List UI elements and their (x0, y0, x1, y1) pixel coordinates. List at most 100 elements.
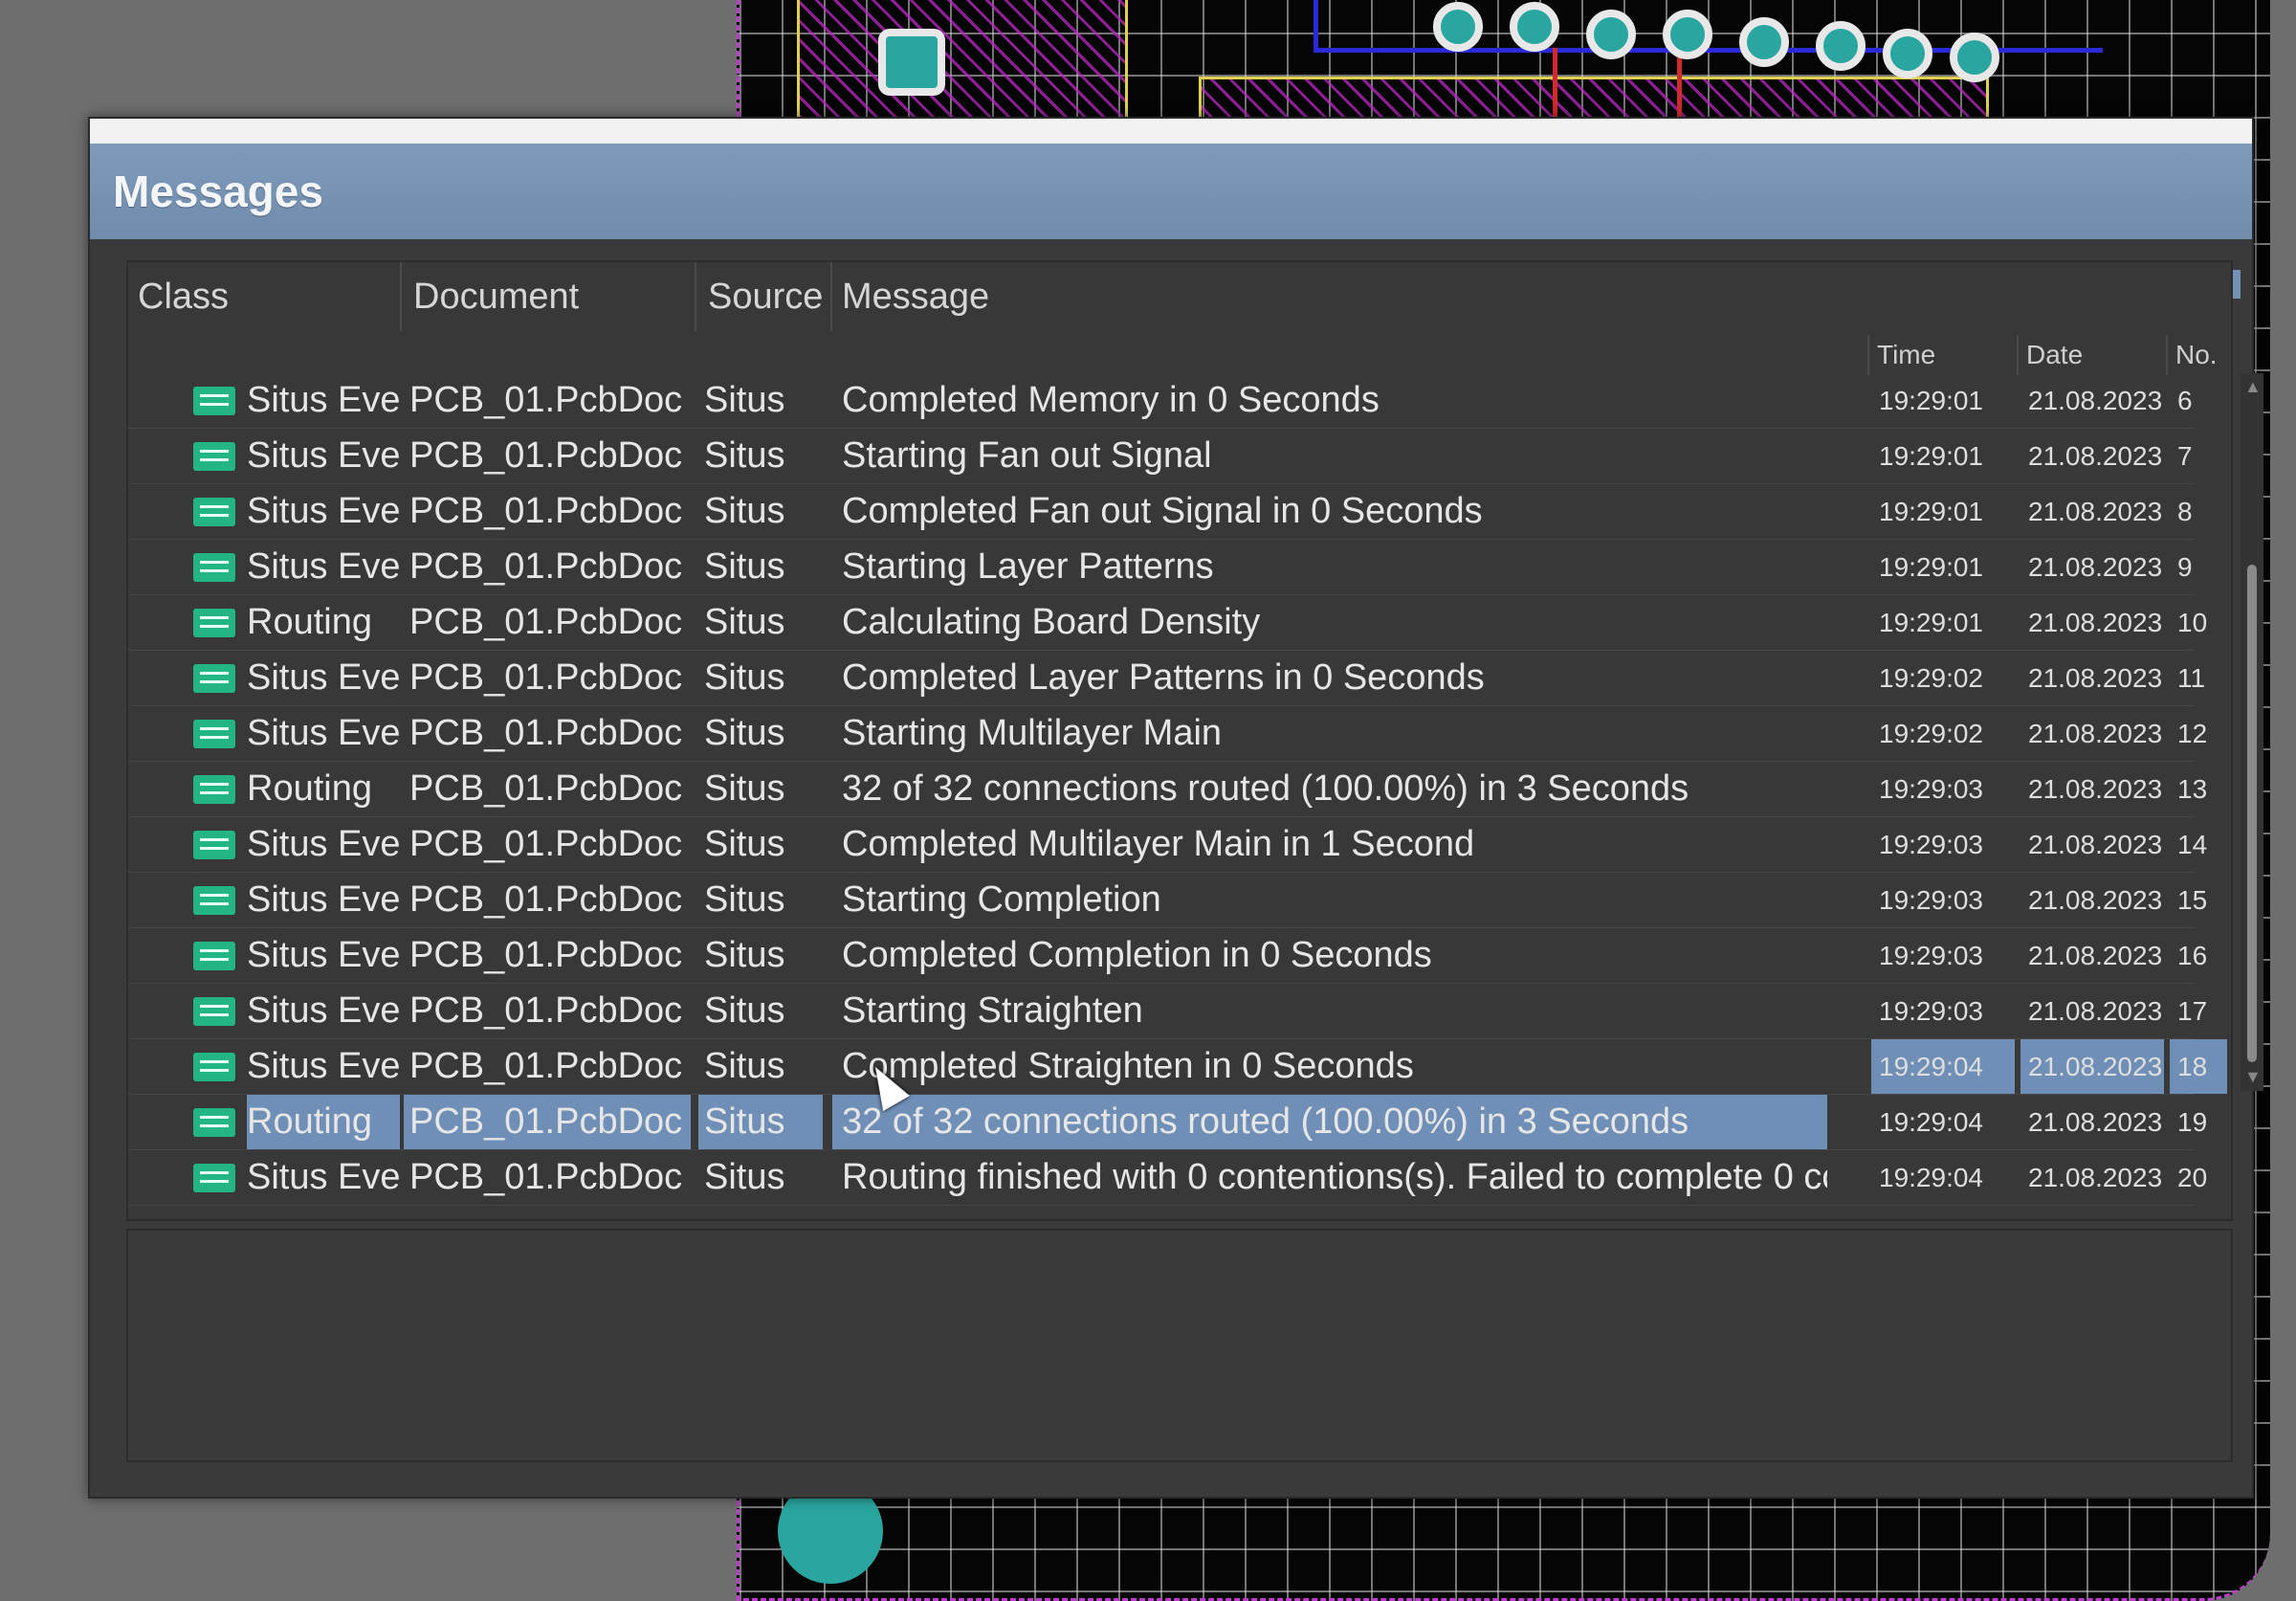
cell-date: 21.08.2023 (2028, 884, 2163, 915)
table-row[interactable]: Routing PCB_01.PcbDoc Situs 32 of 32 connec… (128, 762, 2207, 817)
cell-message: Starting Straighten (842, 990, 1143, 1031)
table-row[interactable]: Situs EventPCB_01.PcbDoc Situs Starting Co… (128, 873, 2207, 928)
message-class-icon (189, 1150, 239, 1205)
pcb-pad (1816, 21, 1866, 71)
scroll-up-icon[interactable]: ▲ (2244, 377, 2262, 397)
table-row[interactable]: Situs EventPCB_01.PcbDoc Situs Completed C… (128, 928, 2207, 984)
column-header-no[interactable]: No. (2166, 335, 2233, 375)
cell-source: Situs (704, 824, 785, 864)
cell-class: Situs Event (247, 1046, 400, 1086)
table-row[interactable]: Situs EventPCB_01.PcbDoc Situs Completed S… (128, 1039, 2227, 1095)
message-list-icon (193, 830, 235, 859)
column-header-time[interactable]: Time (1867, 335, 2017, 375)
cell-document: PCB_01.PcbDoc (409, 435, 683, 476)
cell-date: 21.08.2023 (2028, 662, 2163, 693)
cell-message: Starting Layer Patterns (842, 546, 1214, 587)
cell-no: 19 (2177, 1106, 2208, 1137)
cell-time: 19:29:04 (1879, 1162, 1983, 1192)
cell-class: Routing (247, 1095, 400, 1149)
cell-message: 32 of 32 connections routed (100.00%) in… (832, 1095, 1827, 1149)
cell-date: 21.08.2023 (2028, 496, 2163, 526)
cell-message: Completed Multilayer Main in 1 Second (842, 824, 1475, 864)
cell-no: 8 (2177, 496, 2193, 526)
cell-time: 19:29:02 (1879, 718, 1983, 748)
table-row[interactable]: Situs EventPCB_01.PcbDoc Situs Completed M… (128, 817, 2207, 873)
cell-class: Situs Event (247, 380, 400, 420)
cell-message: Completed Layer Patterns in 0 Seconds (842, 657, 1485, 698)
cell-source: Situs (704, 1046, 785, 1086)
cell-date: 21.08.2023 (2028, 385, 2163, 415)
cell-message: Calculating Board Density (842, 602, 1261, 642)
cell-document: PCB_01.PcbDoc (409, 602, 683, 642)
cell-time: 19:29:02 (1879, 662, 1983, 693)
cell-class: Routing (247, 602, 372, 642)
cell-message: Starting Completion (842, 879, 1161, 920)
message-list-icon (193, 774, 235, 804)
cell-time: 19:29:03 (1879, 829, 1983, 859)
cell-no: 6 (2177, 385, 2193, 415)
column-header-source[interactable]: Source (698, 262, 832, 331)
cell-class: Situs Event (247, 546, 400, 587)
vertical-scrollbar[interactable]: ▲ ▼ (2241, 373, 2263, 1091)
pcb-pad (1433, 2, 1483, 52)
cell-no: 12 (2177, 718, 2208, 748)
cell-date: 21.08.2023 (2028, 551, 2163, 582)
table-row[interactable]: Situs EventPCB_01.PcbDoc Situs Starting St… (128, 984, 2207, 1039)
cell-class: Routing (247, 768, 372, 809)
cell-no: 14 (2177, 829, 2208, 859)
message-class-icon (189, 984, 239, 1038)
table-row[interactable]: Routing PCB_01.PcbDoc Situs 32 of 32 connec… (128, 1095, 2207, 1150)
cell-no: 13 (2177, 773, 2208, 804)
cell-class: Situs Event (247, 713, 400, 753)
cell-time: 19:29:03 (1879, 995, 1983, 1026)
scrollbar-thumb[interactable] (2247, 565, 2257, 1062)
cell-source: Situs (704, 1157, 785, 1197)
table-row[interactable]: Situs EventPCB_01.PcbDoc Situs Completed L… (128, 651, 2205, 706)
column-header-date[interactable]: Date (2017, 335, 2166, 375)
table-row[interactable]: Situs EventPCB_01.PcbDoc Situs Completed F… (128, 484, 2195, 540)
scroll-down-icon[interactable]: ▼ (2244, 1067, 2262, 1087)
cell-source: Situs (698, 1095, 823, 1149)
panel-titlebar[interactable]: Messages (90, 144, 2252, 239)
cell-source: Situs (704, 990, 785, 1031)
table-row[interactable]: Situs EventPCB_01.PcbDoc Situs Routing fin… (128, 1150, 2207, 1206)
message-list-icon (193, 386, 235, 415)
cell-document: PCB_01.PcbDoc (409, 380, 683, 420)
cell-document: PCB_01.PcbDoc (409, 879, 683, 920)
message-list-icon (193, 497, 235, 526)
table-row[interactable]: Situs EventPCB_01.PcbDoc Situs Completed M… (128, 373, 2195, 429)
column-header-message[interactable]: Message (832, 262, 2229, 331)
cell-message: Starting Fan out Signal (842, 435, 1212, 476)
cell-no: 17 (2177, 995, 2208, 1026)
cell-class: Situs Event (247, 990, 400, 1031)
message-class-icon (189, 817, 239, 872)
message-class-icon (189, 429, 239, 483)
message-list-icon (193, 552, 235, 582)
cell-class: Situs Event (247, 657, 400, 698)
cell-document: PCB_01.PcbDoc (409, 657, 683, 698)
cell-message: Completed Completion in 0 Seconds (842, 935, 1432, 975)
cell-message: Completed Memory in 0 Seconds (842, 380, 1380, 420)
cell-document: PCB_01.PcbDoc (409, 713, 683, 753)
cell-date: 21.08.2023 (2020, 1039, 2164, 1094)
cell-no: 7 (2177, 440, 2193, 471)
table-row[interactable]: Situs EventPCB_01.PcbDoc Situs Starting Mu… (128, 706, 2207, 762)
cell-source: Situs (704, 768, 785, 809)
table-row[interactable]: Routing PCB_01.PcbDoc Situs Calculating Boa… (128, 595, 2207, 651)
cell-no: 20 (2177, 1162, 2208, 1192)
message-list-icon (193, 441, 235, 471)
cell-date: 21.08.2023 (2028, 718, 2163, 748)
table-row[interactable]: Situs EventPCB_01.PcbDoc Situs Starting Fa… (128, 429, 2195, 484)
message-list-icon (193, 1107, 235, 1137)
message-list-icon (193, 719, 235, 748)
table-row[interactable]: Situs EventPCB_01.PcbDoc Situs Starting La… (128, 540, 2195, 595)
cell-class: Situs Event (247, 824, 400, 864)
cell-date: 21.08.2023 (2028, 1106, 2163, 1137)
cell-message: 32 of 32 connections routed (100.00%) in… (842, 768, 1689, 809)
cell-no: 16 (2177, 940, 2208, 970)
cell-source: Situs (704, 657, 785, 698)
cell-time: 19:29:01 (1879, 551, 1983, 582)
column-header-class[interactable]: Class (128, 262, 402, 331)
message-class-icon (189, 373, 239, 428)
column-header-document[interactable]: Document (404, 262, 696, 331)
